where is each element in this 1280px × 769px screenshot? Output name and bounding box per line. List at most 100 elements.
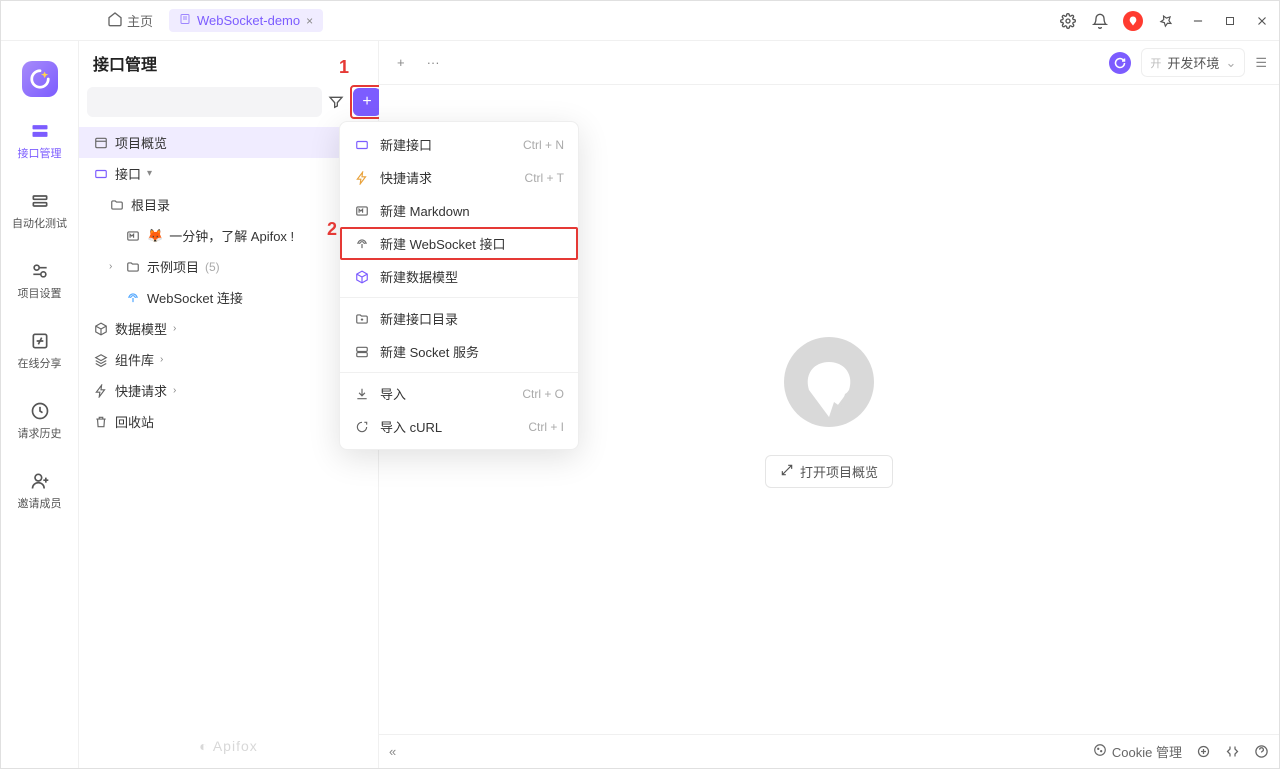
brand-text: Apifox <box>213 738 258 754</box>
settings-icon[interactable] <box>1059 12 1077 30</box>
tree-websocket-conn[interactable]: WebSocket 连接 <box>79 282 378 313</box>
caret-right-icon: › <box>160 354 170 365</box>
home-label: 主页 <box>127 11 153 30</box>
dd-label: 新建接口目录 <box>380 309 458 328</box>
api-badge-icon <box>93 167 109 181</box>
cookie-label: Cookie 管理 <box>1112 742 1182 761</box>
dd-new-folder[interactable]: 新建接口目录 <box>340 302 578 335</box>
dd-quick-request[interactable]: 快捷请求 Ctrl + T <box>340 161 578 194</box>
nav-label: 邀请成员 <box>18 495 62 511</box>
maximize-icon[interactable] <box>1221 12 1239 30</box>
dd-new-websocket[interactable]: 新建 WebSocket 接口 <box>340 227 578 260</box>
nav-online-share[interactable]: 在线分享 <box>1 325 78 377</box>
open-overview-button[interactable]: 打开项目概览 <box>765 455 893 488</box>
nav-rail: 接口管理 自动化测试 项目设置 在线分享 请求历史 邀请成员 <box>1 41 79 768</box>
app-logo <box>22 61 58 97</box>
dd-import-curl[interactable]: 导入 cURL Ctrl + I <box>340 410 578 443</box>
tree-label: WebSocket 连接 <box>147 288 243 307</box>
server-icon <box>354 345 370 359</box>
help-icon[interactable] <box>1254 744 1269 759</box>
import-icon <box>354 387 370 401</box>
more-button[interactable]: ··· <box>421 51 446 74</box>
nav-invite-members[interactable]: 邀请成员 <box>1 465 78 517</box>
tree-data-models[interactable]: 数据模型 › <box>79 313 378 344</box>
window-close-icon[interactable] <box>1253 12 1271 30</box>
add-button[interactable]: + <box>353 88 381 116</box>
dd-import[interactable]: 导入 Ctrl + O <box>340 377 578 410</box>
dd-label: 导入 cURL <box>380 417 442 436</box>
nav-label: 项目设置 <box>18 285 62 301</box>
panel-title: 接口管理 <box>79 41 378 85</box>
share-icon <box>30 331 50 351</box>
nav-request-history[interactable]: 请求历史 <box>1 395 78 447</box>
target-icon[interactable] <box>1196 744 1211 759</box>
cookie-manage[interactable]: Cookie 管理 <box>1093 742 1182 761</box>
caret-right-icon: › <box>109 261 119 272</box>
dd-label: 新建接口 <box>380 135 432 154</box>
websocket-icon <box>354 237 370 251</box>
code-icon[interactable] <box>1225 744 1240 759</box>
tab-websocket-demo[interactable]: WebSocket-demo × <box>169 9 323 32</box>
brand-footer: ◐ Apifox <box>79 724 378 768</box>
chevron-down-icon: ⌄ <box>1225 55 1236 71</box>
user-avatar[interactable] <box>1123 11 1143 31</box>
env-label: 开发环境 <box>1167 53 1219 72</box>
new-tab-button[interactable]: + <box>391 51 411 74</box>
nav-automation[interactable]: 自动化测试 <box>1 185 78 237</box>
cookie-icon <box>1093 743 1107 760</box>
tree-trash[interactable]: 回收站 <box>79 406 378 437</box>
tree-label: 一分钟，了解 Apifox ! <box>169 226 294 245</box>
minimize-icon[interactable] <box>1189 12 1207 30</box>
left-panel: 接口管理 + 项目概览 接口 ▾ <box>79 41 379 768</box>
tree-project-overview[interactable]: 项目概览 <box>79 127 378 158</box>
bell-icon[interactable] <box>1091 12 1109 30</box>
home-tab[interactable]: 主页 <box>99 7 161 34</box>
add-dropdown: 新建接口 Ctrl + N 快捷请求 Ctrl + T 新建 Markdown … <box>339 121 579 450</box>
hamburger-icon[interactable]: ☰ <box>1255 55 1267 71</box>
box-icon <box>354 270 370 284</box>
caret-right-icon: › <box>173 323 183 334</box>
tree-sample-project[interactable]: › 示例项目 (5) <box>79 251 378 282</box>
history-icon <box>30 401 50 421</box>
brand-icon: ◐ <box>199 738 213 754</box>
tree-label: 接口 <box>115 164 141 183</box>
dd-label: 导入 <box>380 384 406 403</box>
bolt-icon <box>354 171 370 185</box>
doc-icon <box>179 13 191 28</box>
dd-label: 新建 Markdown <box>380 201 470 220</box>
dd-shortcut: Ctrl + I <box>528 420 564 434</box>
automation-icon <box>30 191 50 211</box>
tree-label: 示例项目 <box>147 257 199 276</box>
tree-label: 根目录 <box>131 195 170 214</box>
box-icon <box>93 322 109 336</box>
search-input[interactable] <box>87 87 322 117</box>
collapse-icon[interactable]: « <box>389 744 396 759</box>
close-icon[interactable]: × <box>306 14 313 28</box>
nav-project-settings[interactable]: 项目设置 <box>1 255 78 307</box>
pin-icon[interactable] <box>1157 12 1175 30</box>
refresh-button[interactable] <box>1109 52 1131 74</box>
nav-api-management[interactable]: 接口管理 <box>1 115 78 167</box>
tree-label: 数据模型 <box>115 319 167 338</box>
nav-label: 自动化测试 <box>12 215 67 231</box>
dd-new-data-model[interactable]: 新建数据模型 <box>340 260 578 293</box>
caret-down-icon: ▾ <box>147 168 157 179</box>
dd-new-socket-service[interactable]: 新建 Socket 服务 <box>340 335 578 368</box>
tab-label: WebSocket-demo <box>197 13 300 28</box>
folder-plus-icon <box>354 312 370 326</box>
nav-label: 请求历史 <box>18 425 62 441</box>
dd-shortcut: Ctrl + T <box>525 171 564 185</box>
dd-label: 新建 Socket 服务 <box>380 342 479 361</box>
dd-new-markdown[interactable]: 新建 Markdown <box>340 194 578 227</box>
dd-new-api[interactable]: 新建接口 Ctrl + N <box>340 128 578 161</box>
websocket-icon <box>125 291 141 305</box>
tree-quick-request[interactable]: 快捷请求 › <box>79 375 378 406</box>
nav-label: 在线分享 <box>18 355 62 371</box>
api-badge-icon <box>354 138 370 152</box>
filter-button[interactable] <box>328 87 344 117</box>
environment-select[interactable]: 开 开发环境 ⌄ <box>1141 48 1245 77</box>
tree-components[interactable]: 组件库 › <box>79 344 378 375</box>
tree-root-folder[interactable]: 根目录 <box>79 189 378 220</box>
tree-api-root[interactable]: 接口 ▾ <box>79 158 378 189</box>
dd-label: 新建数据模型 <box>380 267 458 286</box>
